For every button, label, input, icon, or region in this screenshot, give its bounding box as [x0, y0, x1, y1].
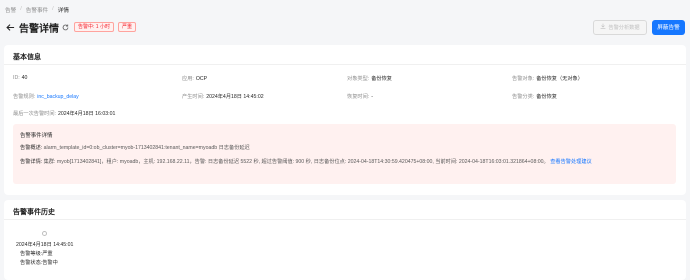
header-actions: 告警分析数据 屏蔽告警: [593, 19, 685, 35]
id-value: 40: [21, 75, 28, 81]
status-label: 告警状态:: [20, 260, 43, 266]
last-alarm-label: 最后一次告警时间:: [13, 111, 56, 117]
history-timeline: 2024年4月18日 14:45:01 告警等级:严重 告警状态:告警中: [4, 227, 204, 277]
timeline-time: 2024年4月18日 14:45:01: [16, 242, 74, 248]
timeline-level: 告警等级:严重: [20, 250, 53, 257]
info-item-object-type: 对象类型: 备份恢复: [347, 75, 392, 82]
breadcrumb-separator: /: [20, 6, 22, 12]
history-card: 告警事件历史 2024年4月18日 14:45:01 告警等级:严重 告警状态:…: [4, 200, 686, 280]
app-label: 应用:: [182, 76, 194, 82]
event-detail-title: 告警事件详情: [20, 133, 53, 139]
timeline-status: 告警状态:告警中: [20, 259, 58, 266]
last-alarm-value: 2024年4月18日 16:03:01: [57, 111, 116, 117]
breadcrumb-item-detail: 详情: [57, 8, 69, 14]
status-badge-duration: 告警中: 1 小时: [74, 22, 114, 32]
breadcrumb-item-alarm[interactable]: 告警: [5, 6, 16, 14]
summary-line: 告警概述: alarm_template_id=0:ob_cluster=myo…: [20, 144, 250, 152]
rule-label: 告警规则:: [13, 94, 36, 100]
info-item-app: 应用: OCP: [182, 75, 207, 82]
basic-info-card: 基本信息 ID: 40 应用: OCP 对象类型: 备份恢复 告警对象: 备份恢复（无对…: [4, 45, 686, 195]
info-item-recovered: 恢复时间: -: [347, 93, 373, 100]
breadcrumb-separator: /: [52, 6, 54, 12]
breadcrumb-item-alarm-events[interactable]: 告警事件: [26, 6, 48, 14]
breadcrumb: 告警 / 告警事件 / 详情: [5, 6, 69, 14]
download-icon: [600, 23, 606, 31]
status-value: 告警中: [42, 260, 58, 266]
arrow-left-icon[interactable]: [5, 22, 15, 32]
category-value: 备份恢复: [536, 94, 557, 100]
summary-label: 告警概述:: [20, 145, 43, 151]
history-title: 告警事件历史: [4, 200, 686, 220]
rule-link[interactable]: inc_backup_delay: [37, 94, 79, 100]
event-detail-box: 告警事件详情 告警概述: alarm_template_id=0:ob_clus…: [13, 124, 676, 184]
analyze-data-label: 告警分析数据: [608, 24, 640, 31]
refresh-icon[interactable]: [62, 23, 70, 31]
created-label: 产生时间:: [182, 94, 205, 100]
info-row: 告警规则: inc_backup_delay 产生时间: 2024年4月18日 14…: [13, 93, 677, 101]
created-value: 2024年4月18日 14:45:02: [206, 94, 264, 100]
alarm-detail-page: 告警 / 告警事件 / 详情 告警详情 告警中: 1 小时 严重 告警分析数据 …: [0, 0, 690, 280]
detail-line: 告警详情: 集群: myob[1713402841]，租户: myoadb，主机…: [20, 158, 670, 166]
alarm-object-value: 备份恢复（无对象）: [536, 76, 583, 82]
level-value: 严重: [42, 251, 53, 257]
page-header: 告警详情 告警中: 1 小时 严重 告警分析数据 屏蔽告警: [5, 17, 685, 37]
severity-badge: 严重: [117, 22, 136, 32]
category-label: 告警分类:: [512, 94, 535, 100]
object-type-value: 备份恢复: [371, 76, 392, 82]
level-label: 告警等级:: [20, 251, 43, 257]
info-item-rule: 告警规则: inc_backup_delay: [13, 93, 79, 100]
detail-value: 集群: myob[1713402841]，租户: myoadb，主机: 192.…: [43, 159, 549, 165]
view-suggestion-link[interactable]: 查看告警处理建议: [550, 159, 592, 165]
summary-value: alarm_template_id=0:ob_cluster=myob-1713…: [43, 145, 250, 151]
app-value: OCP: [195, 76, 208, 82]
recovered-value: -: [371, 94, 373, 100]
recovered-label: 恢复时间:: [347, 94, 370, 100]
basic-info-title: 基本信息: [4, 45, 686, 65]
info-item-created: 产生时间: 2024年4月18日 14:45:02: [182, 93, 264, 100]
mute-alarm-button[interactable]: 屏蔽告警: [652, 19, 685, 35]
info-item-alarm-object: 告警对象: 备份恢复（无对象）: [512, 75, 583, 82]
info-row: 最后一次告警时间: 2024年4月18日 16:03:01: [13, 110, 677, 118]
analyze-data-button[interactable]: 告警分析数据: [593, 19, 647, 35]
info-item-category: 告警分类: 备份恢复: [512, 93, 557, 100]
id-label: ID:: [13, 75, 20, 81]
info-row: ID: 40 应用: OCP 对象类型: 备份恢复 告警对象: 备份恢复（无对象）: [13, 75, 677, 83]
detail-label: 告警详情:: [20, 159, 43, 165]
info-item-id: ID: 40: [13, 75, 27, 81]
info-item-last-alarm: 最后一次告警时间: 2024年4月18日 16:03:01: [13, 110, 115, 117]
object-type-label: 对象类型:: [347, 76, 370, 82]
timeline-dot-icon: [42, 231, 47, 236]
page-title: 告警详情: [19, 23, 59, 35]
alarm-object-label: 告警对象:: [512, 76, 535, 82]
